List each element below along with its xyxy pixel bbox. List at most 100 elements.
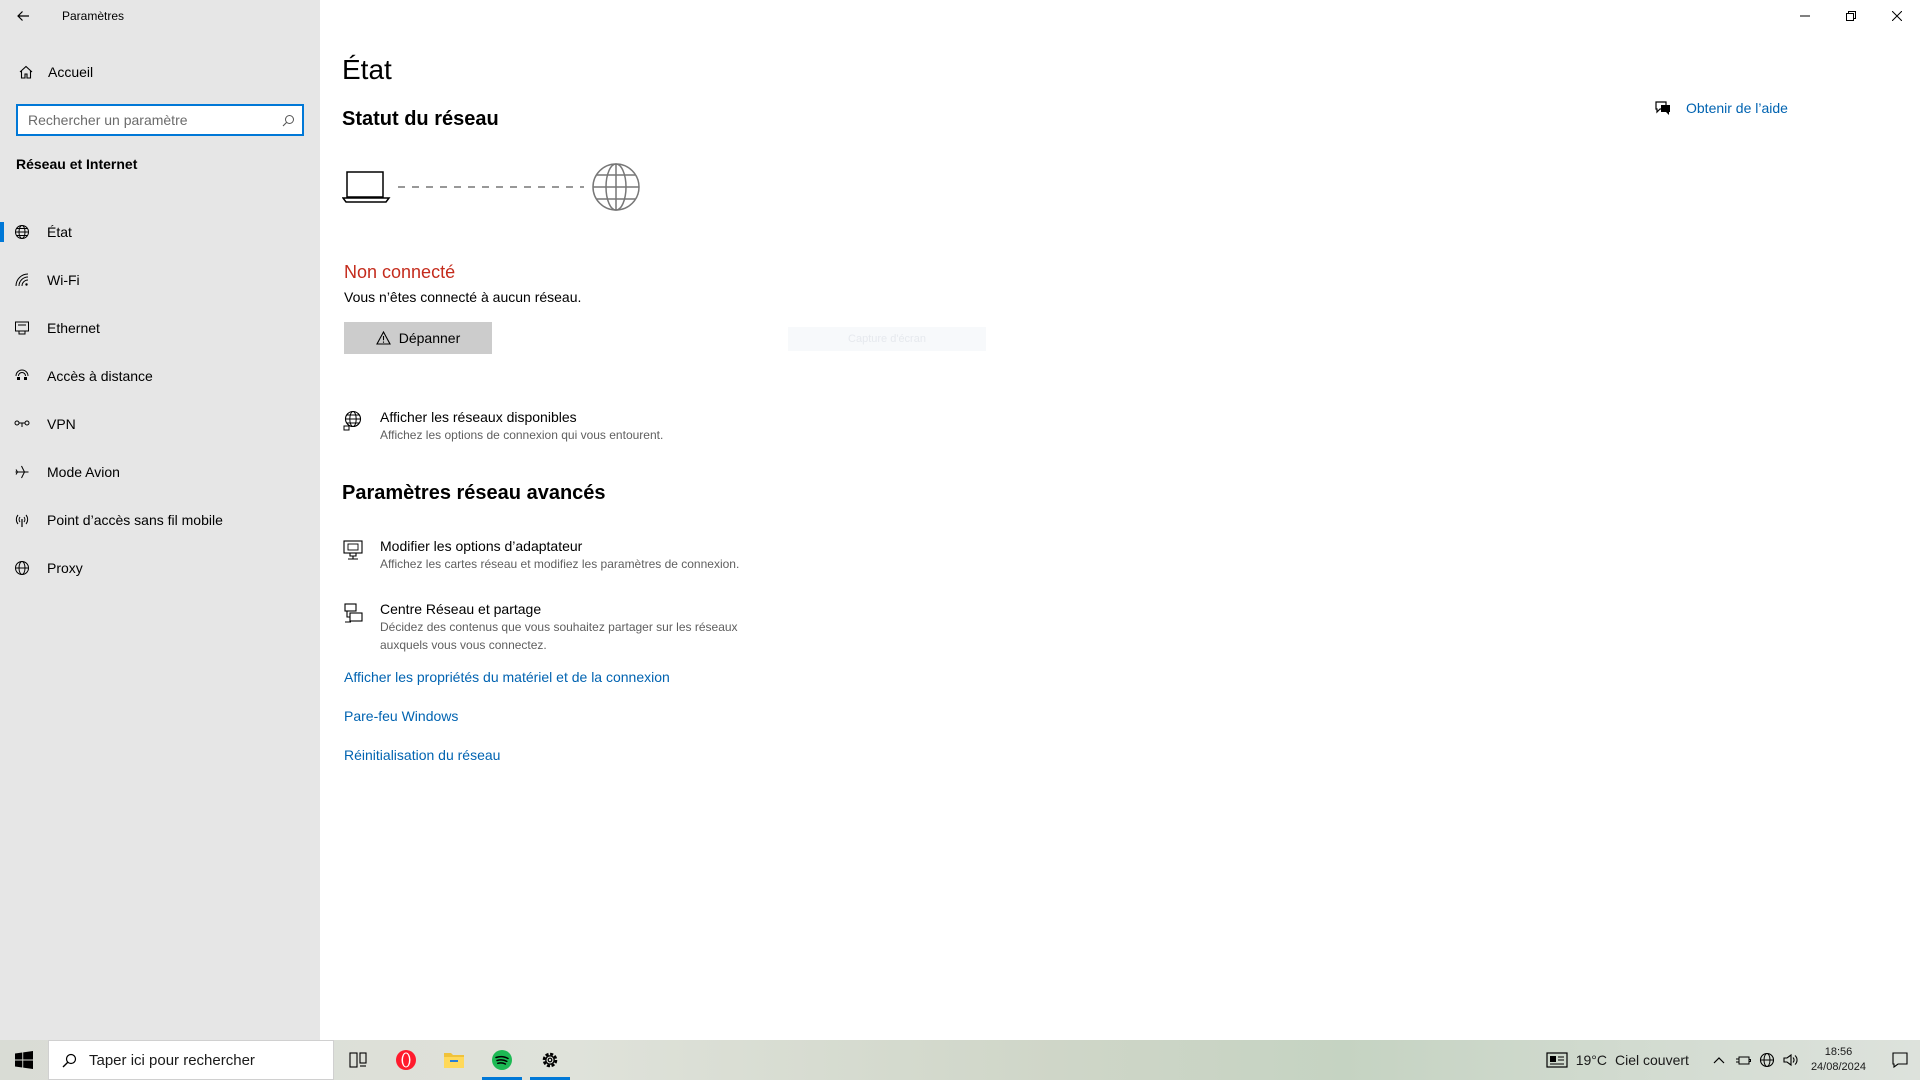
adapter-options-title: Modifier les options d’adaptateur bbox=[380, 538, 583, 554]
sidebar-item-label: Mode Avion bbox=[47, 464, 120, 480]
troubleshoot-label: Dépanner bbox=[398, 330, 461, 346]
adapter-options-description: Affichez les cartes réseau et modifiez l… bbox=[380, 557, 740, 571]
taskbar-search-placeholder: Taper ici pour rechercher bbox=[89, 1051, 255, 1069]
clock-date: 24/08/2024 bbox=[1810, 1061, 1866, 1073]
sharing-center-description: Décidez des contenus que vous souhaitez … bbox=[380, 620, 738, 652]
notification-icon bbox=[1892, 1052, 1908, 1068]
search-icon[interactable] bbox=[274, 114, 302, 127]
sidebar-item-proxy[interactable]: Proxy bbox=[0, 544, 320, 592]
globe-icon bbox=[14, 560, 44, 576]
app-title: Paramètres bbox=[62, 9, 125, 23]
connection-status: Non connecté bbox=[344, 262, 456, 282]
settings-search[interactable] bbox=[16, 104, 304, 136]
main-content: État Statut du réseau Non connecté Vous … bbox=[341, 0, 1842, 1040]
windows-logo-icon bbox=[15, 1051, 33, 1069]
laptop-icon bbox=[341, 171, 391, 203]
taskbar-clock[interactable]: 18:56 24/08/2024 bbox=[1811, 1045, 1866, 1075]
task-view-icon bbox=[349, 1052, 367, 1068]
chevron-up-icon bbox=[1713, 1057, 1725, 1064]
warning-icon bbox=[375, 331, 391, 345]
sidebar-item-dialup[interactable]: Accès à distance bbox=[0, 352, 320, 400]
back-arrow-icon bbox=[17, 11, 29, 21]
network-reset-link[interactable]: Réinitialisation du réseau bbox=[344, 747, 500, 763]
search-icon bbox=[49, 1053, 89, 1068]
show-hidden-icons-button[interactable] bbox=[1707, 1056, 1731, 1064]
sidebar-item-label: État bbox=[47, 224, 72, 240]
back-button[interactable] bbox=[0, 0, 46, 32]
dialup-icon bbox=[14, 368, 44, 384]
adapter-monitor-icon bbox=[342, 537, 380, 561]
available-networks-title: Afficher les réseaux disponibles bbox=[380, 409, 577, 425]
hardware-properties-link[interactable]: Afficher les propriétés du matériel et d… bbox=[344, 669, 670, 685]
section-title: Réseau et Internet bbox=[16, 156, 138, 172]
opera-app-button[interactable] bbox=[382, 1040, 430, 1080]
vpn-icon bbox=[14, 416, 44, 432]
close-button[interactable] bbox=[1874, 0, 1920, 32]
network-tray-button[interactable] bbox=[1755, 1052, 1779, 1068]
available-networks-link[interactable]: Afficher les réseaux disponibles Affiche… bbox=[342, 408, 663, 444]
battery-plug-icon bbox=[1735, 1056, 1751, 1065]
sidebar: Paramètres Accueil Réseau et Internet Ét… bbox=[0, 0, 320, 1040]
troubleshoot-button[interactable]: Dépanner bbox=[344, 322, 492, 354]
restore-icon bbox=[1846, 11, 1856, 21]
network-diagram bbox=[341, 160, 652, 220]
volume-icon bbox=[1783, 1053, 1798, 1067]
settings-icon bbox=[542, 1052, 558, 1068]
start-button[interactable] bbox=[0, 1040, 48, 1080]
network-globe-icon bbox=[342, 408, 380, 432]
sharing-center-title: Centre Réseau et partage bbox=[380, 601, 542, 617]
task-view-button[interactable] bbox=[334, 1040, 382, 1080]
available-networks-description: Affichez les options de connexion qui vo… bbox=[380, 428, 664, 442]
hotspot-icon bbox=[14, 512, 44, 528]
network-status-title: Statut du réseau bbox=[342, 108, 499, 130]
sidebar-item-airplane[interactable]: Mode Avion bbox=[0, 448, 320, 496]
home-link[interactable]: Accueil bbox=[0, 56, 320, 88]
system-tray: 19°C Ciel couvert 18:56 24/08/2024 bbox=[1546, 1040, 1920, 1080]
sidebar-item-wifi[interactable]: Wi-Fi bbox=[0, 256, 320, 304]
title-bar: Paramètres bbox=[0, 0, 320, 32]
notifications-button[interactable] bbox=[1880, 1052, 1920, 1068]
connection-status-description: Vous n’êtes connecté à aucun réseau. bbox=[344, 289, 582, 305]
sidebar-item-vpn[interactable]: VPN bbox=[0, 400, 320, 448]
sidebar-item-label: Ethernet bbox=[47, 320, 100, 336]
get-help-link[interactable]: Obtenir de l’aide bbox=[1654, 100, 1788, 116]
status-globe-icon bbox=[14, 224, 44, 240]
settings-search-input[interactable] bbox=[18, 112, 274, 128]
sidebar-item-ethernet[interactable]: Ethernet bbox=[0, 304, 320, 352]
sidebar-item-label: VPN bbox=[47, 416, 76, 432]
screenshot-overlay-button[interactable]: Capture d'écran bbox=[788, 327, 986, 351]
volume-button[interactable] bbox=[1779, 1053, 1803, 1067]
sharing-center-icon bbox=[342, 600, 380, 624]
spotify-app-button[interactable] bbox=[478, 1040, 526, 1080]
file-explorer-button[interactable] bbox=[430, 1040, 478, 1080]
taskbar-search[interactable]: Taper ici pour rechercher bbox=[48, 1040, 334, 1080]
sidebar-item-hotspot[interactable]: Point d’accès sans fil mobile bbox=[0, 496, 320, 544]
file-explorer-icon bbox=[444, 1053, 464, 1068]
settings-app-button[interactable] bbox=[526, 1040, 574, 1080]
home-label: Accueil bbox=[48, 64, 94, 80]
home-icon bbox=[18, 64, 44, 80]
page-title: État bbox=[342, 54, 392, 85]
sidebar-item-label: Accès à distance bbox=[47, 368, 153, 384]
ethernet-icon bbox=[14, 320, 44, 336]
sharing-center-link[interactable]: Centre Réseau et partage Décidez des con… bbox=[342, 600, 780, 654]
sidebar-item-label: Wi-Fi bbox=[47, 272, 80, 288]
news-weather-icon bbox=[1546, 1052, 1568, 1068]
weather-widget[interactable]: 19°C Ciel couvert bbox=[1546, 1052, 1689, 1068]
weather-temperature: 19°C bbox=[1575, 1052, 1608, 1068]
sidebar-item-label: Point d’accès sans fil mobile bbox=[47, 512, 223, 528]
sidebar-item-etat[interactable]: État bbox=[0, 208, 320, 256]
spotify-icon bbox=[492, 1050, 512, 1070]
network-globe-tray-icon bbox=[1759, 1052, 1774, 1068]
airplane-icon bbox=[14, 464, 44, 480]
get-help-label: Obtenir de l’aide bbox=[1686, 100, 1788, 116]
opera-icon bbox=[396, 1050, 416, 1070]
windows-firewall-link[interactable]: Pare-feu Windows bbox=[344, 708, 458, 724]
weather-condition: Ciel couvert bbox=[1615, 1052, 1689, 1068]
taskbar: Taper ici pour rechercher 19°C Ciel couv… bbox=[0, 1040, 1920, 1080]
help-chat-icon bbox=[1655, 101, 1670, 115]
internet-globe-icon bbox=[592, 163, 640, 211]
battery-button[interactable] bbox=[1731, 1054, 1755, 1066]
adapter-options-link[interactable]: Modifier les options d’adaptateur Affich… bbox=[342, 537, 739, 573]
clock-time: 18:56 bbox=[1824, 1046, 1853, 1058]
